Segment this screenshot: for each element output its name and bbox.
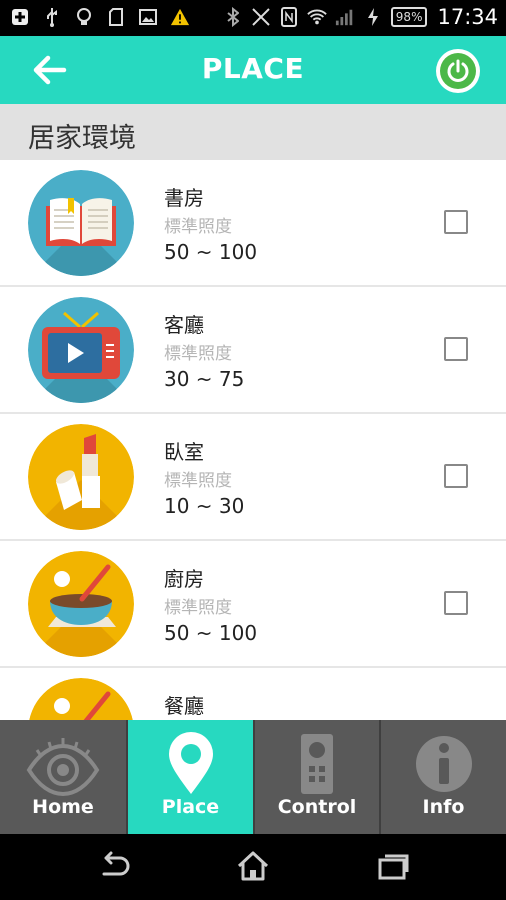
place-sub-label: 標準照度 [164, 344, 232, 364]
place-name: 臥室 [164, 440, 204, 464]
place-row-bedroom[interactable]: 臥室 標準照度 10 ~ 30 [0, 414, 506, 541]
place-range: 10 ~ 30 [164, 494, 245, 518]
place-range: 50 ~ 100 [164, 240, 258, 264]
place-row-living-room[interactable]: 客廳 標準照度 30 ~ 75 [0, 287, 506, 414]
tab-label: Place [161, 796, 220, 818]
place-name: 廚房 [164, 567, 204, 591]
location-pin-icon [166, 732, 216, 800]
place-sub-label: 標準照度 [164, 598, 232, 618]
place-range: 30 ~ 75 [164, 367, 245, 391]
signal-icon [335, 7, 355, 27]
app-bar: PLACE [0, 36, 506, 104]
tv-icon [28, 297, 134, 403]
dining-icon [28, 678, 134, 720]
back-icon[interactable] [96, 850, 132, 882]
place-sub-label: 標準照度 [164, 217, 232, 237]
vibrate-off-icon [251, 7, 271, 27]
sd-card-icon [106, 7, 126, 27]
battery-indicator: 98% [390, 7, 428, 27]
cosmetics-icon [28, 424, 134, 530]
place-list: 書房 標準照度 50 ~ 100 客廳 標準照度 30 ~ 75 臥室 標準照度… [0, 160, 506, 720]
place-checkbox[interactable] [444, 337, 468, 361]
info-icon [414, 732, 474, 800]
tab-label: Home [32, 796, 94, 818]
place-range: 50 ~ 100 [164, 621, 258, 645]
section-header: 居家環境 [0, 104, 506, 160]
system-nav-bar [0, 834, 506, 900]
tab-info[interactable]: Info [381, 720, 506, 834]
eye-icon [23, 732, 103, 800]
place-name: 餐廳 [164, 694, 204, 718]
section-title: 居家環境 [28, 123, 136, 154]
clock: 17:34 [437, 5, 498, 29]
tab-label: Control [277, 796, 357, 818]
tab-place[interactable]: Place [128, 720, 255, 834]
place-checkbox[interactable] [444, 210, 468, 234]
place-row-study[interactable]: 書房 標準照度 50 ~ 100 [0, 160, 506, 287]
power-button[interactable] [436, 49, 480, 93]
wifi-icon [307, 7, 327, 27]
tab-home[interactable]: Home [0, 720, 128, 834]
add-box-icon [10, 7, 30, 27]
image-icon [138, 7, 158, 27]
remote-control-icon [297, 732, 337, 800]
bulb-icon [74, 7, 94, 27]
status-bar: 98% 17:34 [0, 0, 506, 36]
nfc-icon [279, 7, 299, 27]
tab-control[interactable]: Control [255, 720, 381, 834]
power-icon [440, 53, 476, 89]
bluetooth-icon [223, 7, 243, 27]
place-name: 書房 [164, 186, 204, 210]
place-row-dining[interactable]: 餐廳 [0, 668, 506, 720]
mixing-bowl-icon [28, 551, 134, 657]
page-title: PLACE [201, 52, 305, 85]
place-checkbox[interactable] [444, 591, 468, 615]
warning-icon [170, 7, 190, 27]
place-row-kitchen[interactable]: 廚房 標準照度 50 ~ 100 [0, 541, 506, 668]
book-icon [28, 170, 134, 276]
tab-label: Info [422, 796, 465, 818]
bottom-tab-bar: Home Place Control Info [0, 720, 506, 834]
charging-icon [363, 7, 383, 27]
home-icon[interactable] [235, 850, 271, 882]
recents-icon[interactable] [376, 850, 412, 882]
place-name: 客廳 [164, 313, 204, 337]
place-checkbox[interactable] [444, 464, 468, 488]
place-sub-label: 標準照度 [164, 471, 232, 491]
usb-icon [42, 7, 62, 27]
